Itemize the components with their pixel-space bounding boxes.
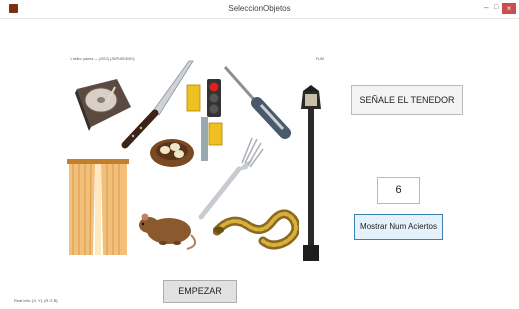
hits-count-field[interactable]: 6	[377, 177, 420, 204]
pixel-info-status: Real info: (X, Y): [R G B]	[14, 298, 58, 303]
minimize-button[interactable]: –	[484, 3, 488, 13]
stimulus-header-right: FLIM	[316, 57, 324, 61]
show-hits-button[interactable]: Mostrar Num Aciertos	[354, 214, 443, 240]
street-lamp-icon[interactable]	[297, 85, 325, 265]
curtain-icon[interactable]	[67, 159, 129, 259]
instruction-button[interactable]: SEÑALE EL TENEDOR	[351, 85, 463, 115]
title-bar: SeleccionObjetos – □ ×	[0, 0, 519, 19]
start-button[interactable]: EMPEZAR	[163, 280, 237, 303]
close-button[interactable]: ×	[502, 3, 516, 14]
screwdriver-icon[interactable]	[221, 63, 293, 139]
snake-icon[interactable]	[213, 201, 299, 253]
window-title: SeleccionObjetos	[228, 4, 291, 13]
stimulus-image-panel: 1 selbo: parma — (JS13) (JS/PUEDE/E0) FL…	[63, 55, 331, 272]
rat-icon[interactable]	[135, 205, 203, 253]
bird-nest-icon[interactable]	[148, 133, 196, 169]
app-window: SeleccionObjetos – □ × 1 selbo: parma — …	[0, 0, 519, 309]
maximize-button[interactable]: □	[494, 3, 498, 13]
